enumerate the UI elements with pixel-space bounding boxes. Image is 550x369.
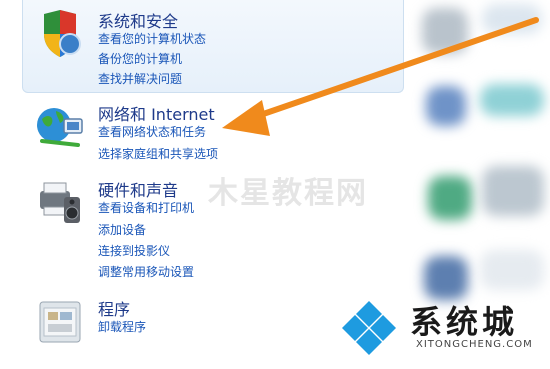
link-view-computer-status[interactable]: 查看您的计算机状态: [98, 30, 206, 47]
link-homegroup-sharing[interactable]: 选择家庭组和共享选项: [98, 145, 218, 162]
diamond-logo-icon: [342, 301, 396, 355]
link-backup-computer[interactable]: 备份您的计算机: [98, 50, 182, 67]
site-logo: 系统城 XITONGCHENG.COM: [338, 297, 538, 357]
category-title[interactable]: 硬件和声音: [98, 177, 178, 201]
link-mobility-settings[interactable]: 调整常用移动设置: [98, 263, 194, 280]
category-title[interactable]: 网络和 Internet: [98, 101, 215, 125]
center-watermark: 木星教程网: [208, 176, 368, 211]
link-uninstall-program[interactable]: 卸载程序: [98, 318, 146, 335]
control-panel-window: 系统和安全 查看您的计算机状态 备份您的计算机 查找并解决问题 网络和 Inte…: [0, 0, 550, 369]
logo-domain-text: XITONGCHENG.COM: [416, 339, 533, 350]
printer-speaker-icon: [40, 182, 80, 223]
programs-icon: [39, 301, 81, 343]
category-title[interactable]: 系统和安全: [98, 8, 178, 32]
logo-brand-text: 系统城: [410, 303, 519, 341]
link-connect-projector[interactable]: 连接到投影仪: [98, 242, 170, 259]
network-globe-icon: [37, 108, 83, 147]
link-view-network-status[interactable]: 查看网络状态和任务: [98, 123, 206, 140]
link-troubleshoot[interactable]: 查找并解决问题: [98, 70, 182, 87]
link-add-device[interactable]: 添加设备: [98, 221, 146, 238]
category-title[interactable]: 程序: [98, 296, 130, 320]
shield-icon: [44, 10, 81, 57]
link-devices-printers[interactable]: 查看设备和打印机: [98, 199, 194, 216]
